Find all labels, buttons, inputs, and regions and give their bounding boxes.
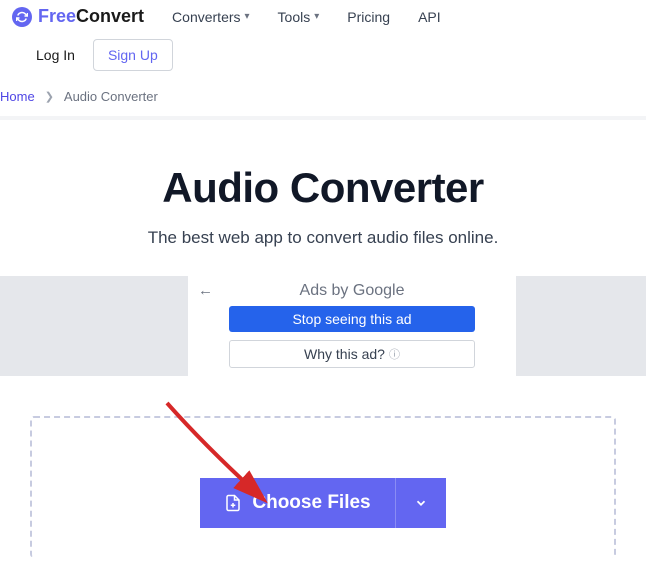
ad-strip: ← Ads by Google Stop seeing this ad Why …	[0, 276, 646, 376]
auth-row: Log In Sign Up	[0, 33, 646, 81]
page-title: Audio Converter	[20, 164, 626, 212]
breadcrumb-current: Audio Converter	[64, 89, 158, 104]
page-subtitle: The best web app to convert audio files …	[20, 228, 626, 248]
chevron-down-icon: ▾	[314, 11, 319, 22]
top-nav: FreeConvert Converters ▾ Tools ▾ Pricing…	[0, 0, 646, 33]
chevron-down-icon: ▾	[245, 11, 250, 22]
choose-files-dropdown[interactable]	[395, 478, 446, 528]
ad-controls: Ads by Google Stop seeing this ad Why th…	[188, 276, 516, 368]
nav-converters[interactable]: Converters ▾	[172, 9, 250, 25]
nav-pricing[interactable]: Pricing	[347, 9, 390, 25]
login-link[interactable]: Log In	[36, 47, 75, 63]
file-add-icon	[224, 494, 242, 512]
ad-placeholder-right	[516, 276, 646, 376]
stop-ad-button[interactable]: Stop seeing this ad	[229, 306, 475, 332]
signup-button[interactable]: Sign Up	[93, 39, 173, 71]
logo-text: FreeConvert	[38, 6, 144, 27]
nav-api[interactable]: API	[418, 9, 441, 25]
chevron-right-icon: ❯	[45, 90, 54, 103]
info-icon: ⓘ	[389, 346, 400, 362]
hero: Audio Converter The best web app to conv…	[0, 120, 646, 276]
chevron-down-icon	[414, 496, 428, 510]
choose-files-button[interactable]: Choose Files	[200, 478, 394, 528]
choose-files-group: Choose Files	[200, 478, 445, 528]
logo[interactable]: FreeConvert	[12, 6, 144, 27]
why-ad-button[interactable]: Why this ad? ⓘ	[229, 340, 475, 368]
refresh-icon	[12, 7, 32, 27]
upload-dropzone[interactable]: Choose Files	[30, 416, 616, 558]
breadcrumb-home[interactable]: Home	[0, 89, 35, 104]
breadcrumb: Home ❯ Audio Converter	[0, 81, 646, 112]
ad-placeholder-left	[0, 276, 188, 376]
nav-tools[interactable]: Tools ▾	[278, 9, 320, 25]
ads-byline: Ads by Google	[188, 276, 516, 306]
